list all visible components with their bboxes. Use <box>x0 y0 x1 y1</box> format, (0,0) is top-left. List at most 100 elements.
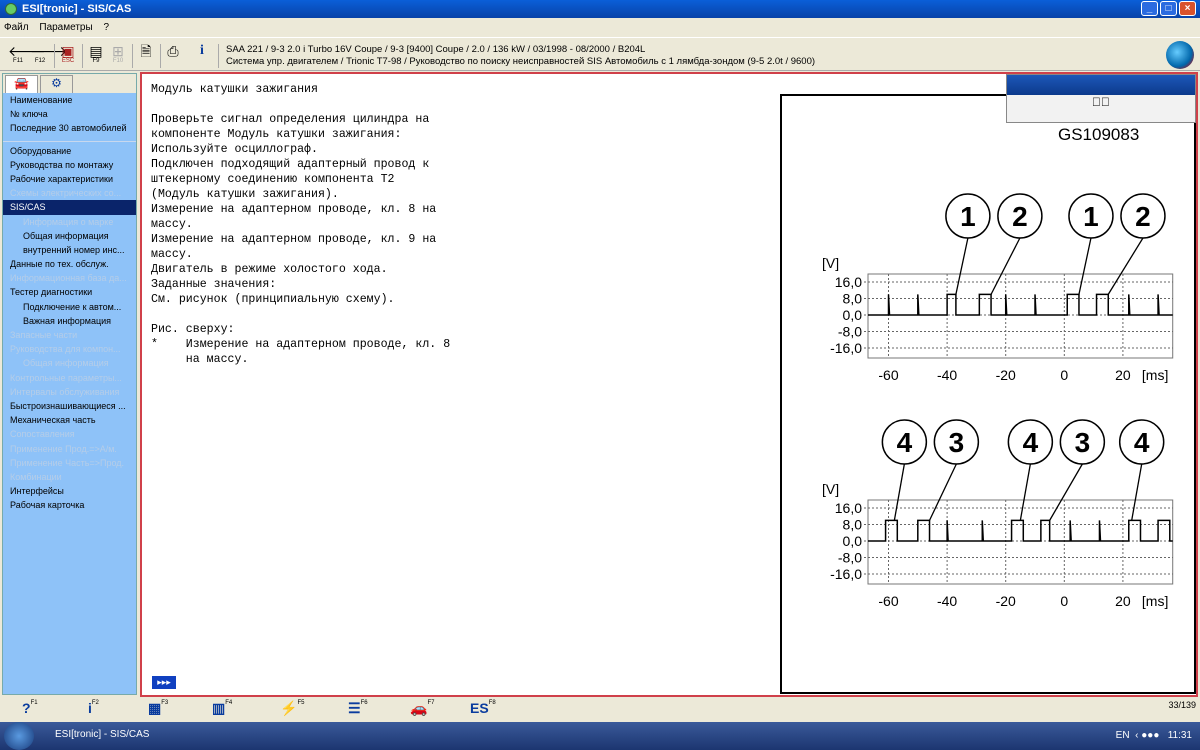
fkey-f5-button[interactable]: ⚡F5 <box>280 700 304 717</box>
y-unit-label: [V] <box>822 255 839 271</box>
sidebar-item: Контрольные параметры... <box>10 372 122 383</box>
sidebar-item[interactable]: Рабочие характеристики <box>3 172 136 186</box>
sidebar-item[interactable]: Руководства по монтажу <box>3 158 136 172</box>
sidebar: 🚘 ⚙ Наименование № ключа Последние 30 авто… <box>2 73 137 695</box>
maximize-button[interactable]: □ <box>1160 1 1177 16</box>
start-button[interactable] <box>4 722 34 750</box>
document-button[interactable]: 🗎 <box>136 44 156 68</box>
exit-icon: ▣ <box>61 43 75 59</box>
sidebar-item[interactable]: Быстроизнашивающиеся ... <box>3 399 136 413</box>
callout-label: 4 <box>1023 427 1039 458</box>
car-icon: 🚗 <box>410 700 428 716</box>
fkey-label: F6 <box>360 700 368 706</box>
x-tick-label: -60 <box>878 367 898 383</box>
system-tray: EN ‹ ●●● 11:31 <box>1115 730 1192 741</box>
sidebar-item[interactable]: Общая информация <box>3 229 136 243</box>
waveform <box>868 519 1173 542</box>
clock: 11:31 <box>1167 730 1192 741</box>
sidebar-item[interactable]: Данные по тех. обслуж. <box>3 257 136 271</box>
content-pane: Модуль катушки зажигания Проверьте сигна… <box>140 72 1198 697</box>
x-unit-label: [ms] <box>1142 593 1168 609</box>
callout-leader <box>1078 237 1092 295</box>
callout-leader <box>1019 463 1032 521</box>
sidebar-top-item[interactable]: № ключа <box>3 107 136 121</box>
callout-label: 2 <box>1135 201 1151 232</box>
list-button[interactable]: ▤ F9 <box>86 44 106 68</box>
taskbar-item[interactable]: ESI[tronic] - SIS/CAS <box>55 729 149 740</box>
minimize-button[interactable]: _ <box>1141 1 1158 16</box>
menu-file[interactable]: Файл <box>4 22 29 33</box>
sidebar-item: Запасные части <box>10 330 78 340</box>
more-button[interactable]: ▸▸▸ <box>152 676 176 689</box>
sidebar-item[interactable]: Важная информация <box>3 314 136 328</box>
x-tick-label: 20 <box>1115 367 1131 383</box>
callout-label: 2 <box>1012 201 1028 232</box>
tree-button[interactable]: ⊞ F10 <box>108 44 128 68</box>
tester-icon: ⚡ <box>280 700 298 716</box>
y-tick-label: 0,0 <box>843 533 863 549</box>
info-button[interactable]: i <box>192 44 212 68</box>
fkey-label: F4 <box>225 700 233 706</box>
y-tick-label: -8,0 <box>838 550 862 566</box>
gauge-icon: ◠⃒ <box>1092 95 1110 109</box>
gauge-button[interactable]: ◠⃒ <box>1007 95 1195 109</box>
back-button[interactable]: 🡐 F11 <box>8 44 46 68</box>
sidebar-item[interactable]: Оборудование <box>3 144 136 158</box>
sidebar-top-item[interactable]: Наименование <box>3 93 136 107</box>
exit-button[interactable]: ▣ ESC <box>58 44 78 68</box>
x-tick-label: 20 <box>1115 593 1131 609</box>
callout-label: 4 <box>1134 427 1150 458</box>
fkey-label: F1 <box>30 700 38 706</box>
fkey-f8-button[interactable]: ESF8 <box>470 700 496 716</box>
oscilloscope-figure: GS109083 16,0 8,0 0,0 -8,0 -16,0 -60 -40 -20 0 20[… <box>780 94 1196 694</box>
callout-leader <box>928 463 957 521</box>
sidebar-item[interactable]: Интерфейсы <box>3 484 136 498</box>
tree-icon: ⊞ <box>112 43 124 59</box>
callout-label: 3 <box>1075 427 1091 458</box>
document-icon: 🗎 <box>140 43 152 59</box>
fkey-f4-button[interactable]: ▥F4 <box>212 700 232 717</box>
fkey-f6-button[interactable]: ☰F6 <box>348 700 368 717</box>
callout-leader <box>990 237 1021 295</box>
sidebar-item[interactable]: SIS/CAS <box>3 200 136 215</box>
y-tick-label: 16,0 <box>835 274 862 290</box>
sidebar-top-item[interactable]: Последние 30 автомобилей <box>3 121 136 135</box>
language-indicator[interactable]: EN <box>1116 730 1130 741</box>
callout-label: 4 <box>897 427 913 458</box>
kts-list-icon: ☰ <box>348 700 361 716</box>
fkey-f3-button[interactable]: ▦F3 <box>148 700 168 717</box>
title-bar: ESI[tronic] - SIS/CAS _ □ × <box>0 0 1200 18</box>
sidebar-item[interactable]: Механическая часть <box>3 413 136 427</box>
tab-engine[interactable]: ⚙ <box>40 75 73 93</box>
callout-label: 1 <box>1083 201 1099 232</box>
vehicle-line-1: SAA 221 / 9-3 2.0 i Turbo 16V Coupe / 9-… <box>226 44 646 55</box>
callout-leader <box>893 463 906 521</box>
waveform <box>868 293 1173 316</box>
sidebar-item[interactable]: Рабочая карточка <box>3 498 136 512</box>
fkey-f1-button[interactable]: ?F1 <box>22 700 38 716</box>
print-button[interactable]: ⎙ <box>163 44 183 68</box>
plot-frame <box>867 499 1174 585</box>
fkey-f2-button[interactable]: iF2 <box>88 700 99 716</box>
y-tick-label: -8,0 <box>838 324 862 340</box>
sidebar-item: Применение Часть=>Прод. <box>10 457 125 468</box>
sidebar-item: Применение Прод.=>А/м. <box>10 443 117 454</box>
callout-leader <box>1131 463 1143 521</box>
sidebar-item[interactable]: Тестер диагностики <box>3 285 136 299</box>
menu-help[interactable]: ? <box>103 22 109 33</box>
close-button[interactable]: × <box>1179 1 1196 16</box>
y-tick-label: 8,0 <box>843 517 863 533</box>
sidebar-item[interactable]: внутренний номер инс... <box>3 243 136 257</box>
sidebar-item: Интервалы обслуживания <box>10 386 120 397</box>
forward-button[interactable]: 🡒 F12 <box>30 44 68 68</box>
x-tick-label: 0 <box>1060 367 1068 383</box>
figure-id: GS109083 <box>1058 125 1139 144</box>
fkey-f7-button[interactable]: 🚗F7 <box>410 700 434 717</box>
x-tick-label: -40 <box>937 367 957 383</box>
components-icon: ▦ <box>148 700 162 716</box>
tab-vehicle[interactable]: 🚘 <box>5 75 38 93</box>
menu-parameters[interactable]: Параметры <box>39 22 92 33</box>
car-icon: 🚘 <box>14 76 29 90</box>
x-tick-label: -20 <box>996 593 1016 609</box>
sidebar-item[interactable]: Подключение к автом... <box>3 300 136 314</box>
